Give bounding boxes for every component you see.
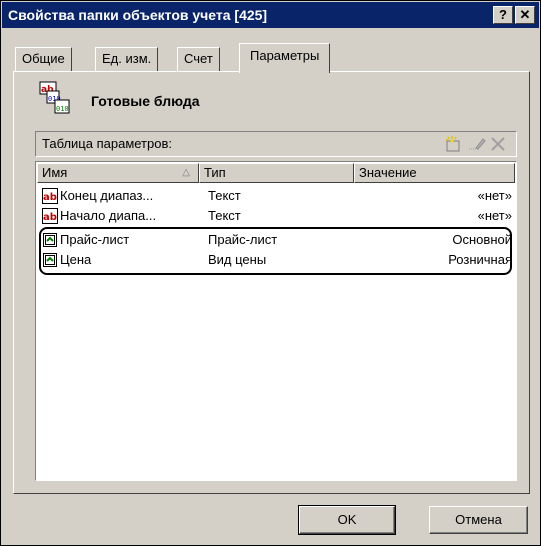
text-field-icon: ab <box>42 208 58 224</box>
svg-text:ab: ab <box>43 192 57 203</box>
close-button[interactable]: ✕ <box>515 6 535 24</box>
params-label: Таблица параметров: <box>42 136 172 151</box>
help-button[interactable]: ? <box>493 6 513 24</box>
parameters-table[interactable]: Имя △ Тип Значение ab Конец диапаз... Те… <box>35 161 517 481</box>
new-icon[interactable] <box>444 135 464 153</box>
tab-label: Ед. изм. <box>102 51 152 66</box>
column-header-value[interactable]: Значение <box>354 163 515 183</box>
delete-icon[interactable] <box>488 135 508 153</box>
tab-parameters[interactable]: Параметры <box>239 43 331 73</box>
params-toolbar: Таблица параметров: <box>35 131 517 157</box>
svg-text:ab: ab <box>43 212 57 223</box>
sort-asc-icon: △ <box>182 167 190 178</box>
tab-general[interactable]: Общие <box>15 47 72 71</box>
window-title: Свойства папки объектов учета [425] <box>8 7 268 23</box>
selection-highlight <box>39 227 512 275</box>
row-type: Текст <box>208 188 241 203</box>
cancel-button[interactable]: Отмена <box>429 506 528 534</box>
category-title: Готовые блюда <box>91 93 200 109</box>
tab-account[interactable]: Счет <box>177 47 220 71</box>
tab-label: Счет <box>184 51 213 66</box>
tab-units[interactable]: Ед. изм. <box>95 47 159 71</box>
column-header-label: Значение <box>359 165 417 180</box>
column-header-type[interactable]: Тип <box>199 163 354 183</box>
edit-icon[interactable] <box>466 135 486 153</box>
column-header-label: Тип <box>204 165 226 180</box>
properties-dialog: Свойства папки объектов учета [425] ? ✕ … <box>0 0 541 546</box>
row-value: «нет» <box>477 188 512 203</box>
svg-text:010: 010 <box>56 105 69 113</box>
tab-label: Общие <box>22 51 65 66</box>
text-field-icon: ab <box>42 188 58 204</box>
row-value: «нет» <box>477 208 512 223</box>
tab-label: Параметры <box>250 48 320 63</box>
folder-objects-icon: ab 010 010 <box>39 81 70 114</box>
row-type: Текст <box>208 208 241 223</box>
table-row[interactable]: ab Конец диапаз... Текст «нет» <box>38 186 512 206</box>
row-name: Конец диапаз... <box>60 188 154 203</box>
table-row[interactable]: ab Начало диапа... Текст «нет» <box>38 206 512 226</box>
title-bar[interactable]: Свойства папки объектов учета [425] ? ✕ <box>2 2 539 28</box>
ok-button[interactable]: OK <box>298 505 396 535</box>
row-name: Начало диапа... <box>60 208 157 223</box>
column-header-label: Имя <box>42 165 68 180</box>
column-header-name[interactable]: Имя △ <box>37 163 199 183</box>
